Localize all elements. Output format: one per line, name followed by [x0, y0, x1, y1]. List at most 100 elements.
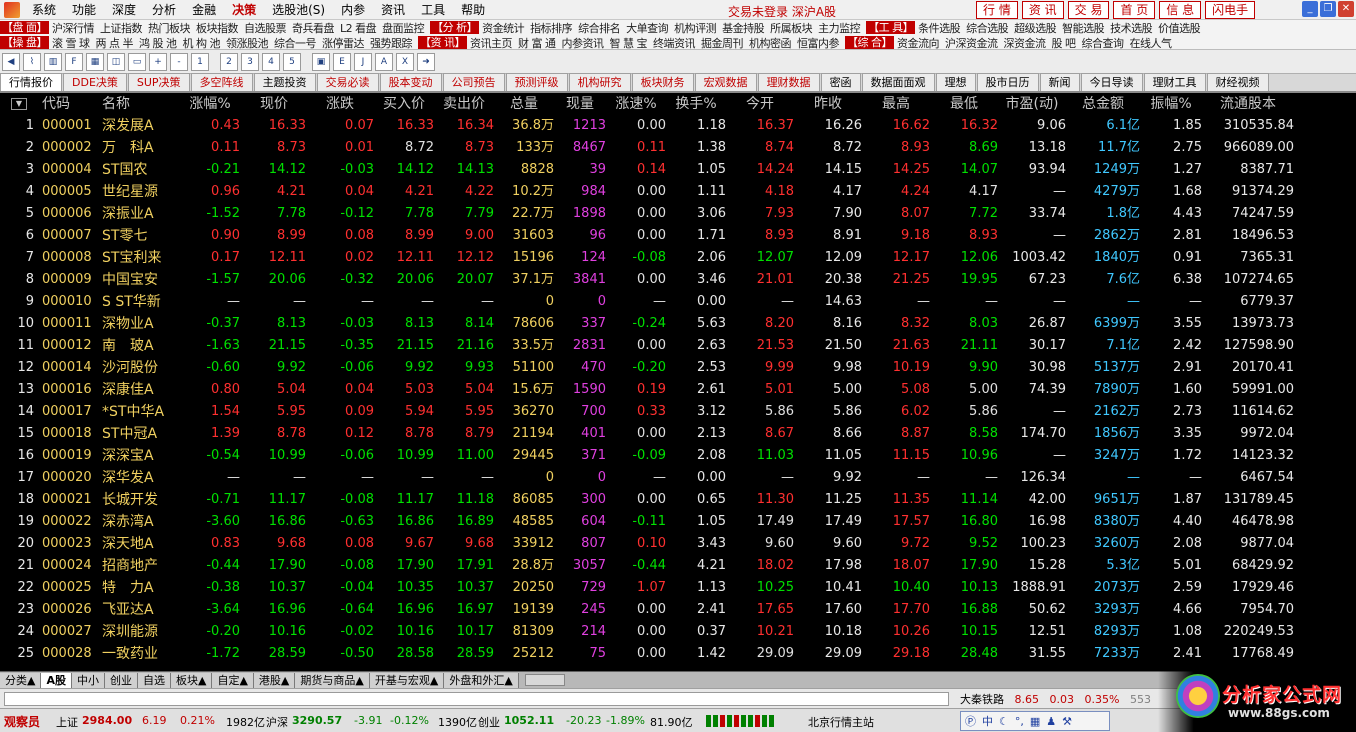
cell-0[interactable]: 000018: [42, 423, 102, 445]
tab-7[interactable]: 公司预告: [442, 73, 505, 91]
function-item[interactable]: 内参资讯: [562, 35, 605, 51]
function-item[interactable]: 主力监控: [818, 20, 861, 36]
market-tab-9[interactable]: 开基与宏观▲: [369, 672, 445, 688]
tab-17[interactable]: 新闻: [1039, 73, 1080, 91]
table-row[interactable]: 3 000004 ST国农 -0.21 14.12 -0.03 14.12 14.13 8828…: [0, 159, 1356, 181]
table-row[interactable]: 16 000019 深深宝A -0.54 10.99 -0.06 10.99 11.00 294…: [0, 445, 1356, 467]
tab-3[interactable]: 多空阵线: [190, 73, 253, 91]
function-item[interactable]: 智 慧 宝: [610, 35, 648, 51]
kline-icon[interactable]: ▥: [44, 52, 62, 71]
column-header-12[interactable]: 昨收: [794, 93, 862, 115]
market-tab-1[interactable]: A股: [41, 672, 72, 688]
zoom-out-icon[interactable]: -: [170, 52, 188, 71]
tab-14[interactable]: 数据面面观: [861, 73, 935, 91]
window-icon[interactable]: ▭: [128, 52, 146, 71]
ime-mode-label[interactable]: 中: [982, 713, 993, 729]
function-item[interactable]: 领涨股池: [226, 35, 269, 51]
tab-6[interactable]: 股本变动: [379, 73, 442, 91]
table-row[interactable]: 10 000011 深物业A -0.37 8.13 -0.03 8.13 8.14 78606 3…: [0, 313, 1356, 335]
cell-0[interactable]: 000019: [42, 445, 102, 467]
minimize-icon[interactable]: _: [1302, 1, 1318, 17]
column-header-5[interactable]: 买入价: [374, 93, 434, 115]
cell-0[interactable]: 000008: [42, 247, 102, 269]
function-item[interactable]: 两 点 半: [96, 35, 134, 51]
cell-0[interactable]: 000005: [42, 181, 102, 203]
function-category[interactable]: 【综 合】: [845, 36, 894, 49]
table-row[interactable]: 13 000016 深康佳A 0.80 5.04 0.04 5.03 5.04 15.6万 159…: [0, 379, 1356, 401]
server-name[interactable]: 北京行情主站: [808, 714, 874, 730]
tab-4[interactable]: 主题投资: [253, 73, 316, 91]
market-tab-2[interactable]: 中小: [71, 672, 105, 688]
menu-item-1[interactable]: 功能: [64, 0, 104, 20]
function-item[interactable]: 深资金流: [1004, 35, 1047, 51]
market-tab-6[interactable]: 自定▲: [212, 672, 254, 688]
table-row[interactable]: 14 000017 *ST中华A 1.54 5.95 0.09 5.94 5.95 36270 7…: [0, 401, 1356, 423]
column-header-10[interactable]: 换手%: [666, 93, 726, 115]
function-item[interactable]: 资金流向: [897, 35, 940, 51]
cell-1[interactable]: 深圳能源: [102, 621, 182, 643]
cell-0[interactable]: 000024: [42, 555, 102, 577]
function-item[interactable]: 所属板块: [770, 20, 813, 36]
column-header-8[interactable]: 现量: [554, 93, 606, 115]
tab-scroll-thumb[interactable]: [524, 674, 565, 686]
function-item[interactable]: 综合选股: [966, 20, 1009, 36]
function-item[interactable]: 综合排名: [578, 20, 621, 36]
horizontal-scrollbar[interactable]: [4, 692, 949, 706]
column-header-4[interactable]: 涨跌: [306, 93, 374, 115]
cell-1[interactable]: 沙河股份: [102, 357, 182, 379]
cell-1[interactable]: 招商地产: [102, 555, 182, 577]
function-item[interactable]: 掘金周刊: [701, 35, 744, 51]
top-button-1[interactable]: 资 讯: [1021, 1, 1064, 19]
tab-16[interactable]: 股市日历: [976, 73, 1039, 91]
function-item[interactable]: L2 看盘: [340, 20, 377, 36]
exp-icon[interactable]: E: [333, 52, 351, 71]
function-item[interactable]: 超级选股: [1014, 20, 1057, 36]
cell-1[interactable]: 南 玻A: [102, 335, 182, 357]
f4-icon[interactable]: 4: [262, 52, 280, 71]
column-header-13[interactable]: 最高: [862, 93, 930, 115]
function-item[interactable]: 终端资讯: [653, 35, 696, 51]
table-row[interactable]: 23 000026 飞亚达A -3.64 16.96 -0.64 16.96 16.97 191…: [0, 599, 1356, 621]
menu-item-4[interactable]: 金融: [184, 0, 224, 20]
top-button-5[interactable]: 闪电手: [1205, 1, 1256, 19]
cell-1[interactable]: 深天地A: [102, 533, 182, 555]
function-item[interactable]: 股 吧: [1052, 35, 1077, 51]
table-row[interactable]: 17 000020 深华发A — — — — — 0 0 — 0.00 — 9.92 — — 126.34 — — 6…: [0, 467, 1356, 489]
cell-1[interactable]: ST国农: [102, 159, 182, 181]
function-item[interactable]: 机构密函: [749, 35, 792, 51]
function-item[interactable]: 技术选股: [1110, 20, 1153, 36]
cell-1[interactable]: 深发展A: [102, 115, 182, 137]
column-header-2[interactable]: 涨幅%: [180, 93, 240, 115]
zoom-in-icon[interactable]: +: [149, 52, 167, 71]
chart-icon[interactable]: ⌇: [23, 52, 41, 71]
tab-19[interactable]: 理财工具: [1143, 73, 1206, 91]
tab-12[interactable]: 理财数据: [757, 73, 820, 91]
cell-1[interactable]: 一致药业: [102, 643, 182, 665]
menu-item-0[interactable]: 系统: [24, 0, 64, 20]
moon-icon[interactable]: ☾: [999, 715, 1009, 728]
folder-icon[interactable]: ▣: [312, 52, 330, 71]
cell-0[interactable]: 000014: [42, 357, 102, 379]
cell-1[interactable]: ST零七: [102, 225, 182, 247]
market-tab-7[interactable]: 港股▲: [253, 672, 296, 688]
table-row[interactable]: 22 000025 特 力A -0.38 10.37 -0.04 10.35 10.37 202…: [0, 577, 1356, 599]
menu-item-5[interactable]: 决策: [224, 0, 264, 20]
function-item[interactable]: 板块指数: [196, 20, 239, 36]
cell-0[interactable]: 000028: [42, 643, 102, 665]
tab-10[interactable]: 板块财务: [631, 73, 694, 91]
table-row[interactable]: 20 000023 深天地A 0.83 9.68 0.08 9.67 9.68 33912 807…: [0, 533, 1356, 555]
cell-0[interactable]: 000004: [42, 159, 102, 181]
tab-18[interactable]: 今日导读: [1080, 73, 1143, 91]
sh-index-value[interactable]: 2984.00: [82, 714, 132, 727]
function-item[interactable]: 沪深资金流: [945, 35, 998, 51]
cell-1[interactable]: ST中冠A: [102, 423, 182, 445]
column-header-18[interactable]: 流通股本: [1202, 93, 1294, 115]
cell-0[interactable]: 000006: [42, 203, 102, 225]
cell-1[interactable]: 飞亚达A: [102, 599, 182, 621]
user-icon[interactable]: ♟: [1046, 715, 1056, 728]
market-tab-5[interactable]: 板块▲: [170, 672, 213, 688]
ime-toolbar[interactable]: Ⓟ 中 ☾ °, ▦ ♟ ⚒: [960, 711, 1110, 731]
table-row[interactable]: 2 000002 万 科A 0.11 8.73 0.01 8.72 8.73 133万 8467 0…: [0, 137, 1356, 159]
function-item[interactable]: 涨停雷达: [322, 35, 365, 51]
tab-13[interactable]: 密函: [820, 73, 861, 91]
